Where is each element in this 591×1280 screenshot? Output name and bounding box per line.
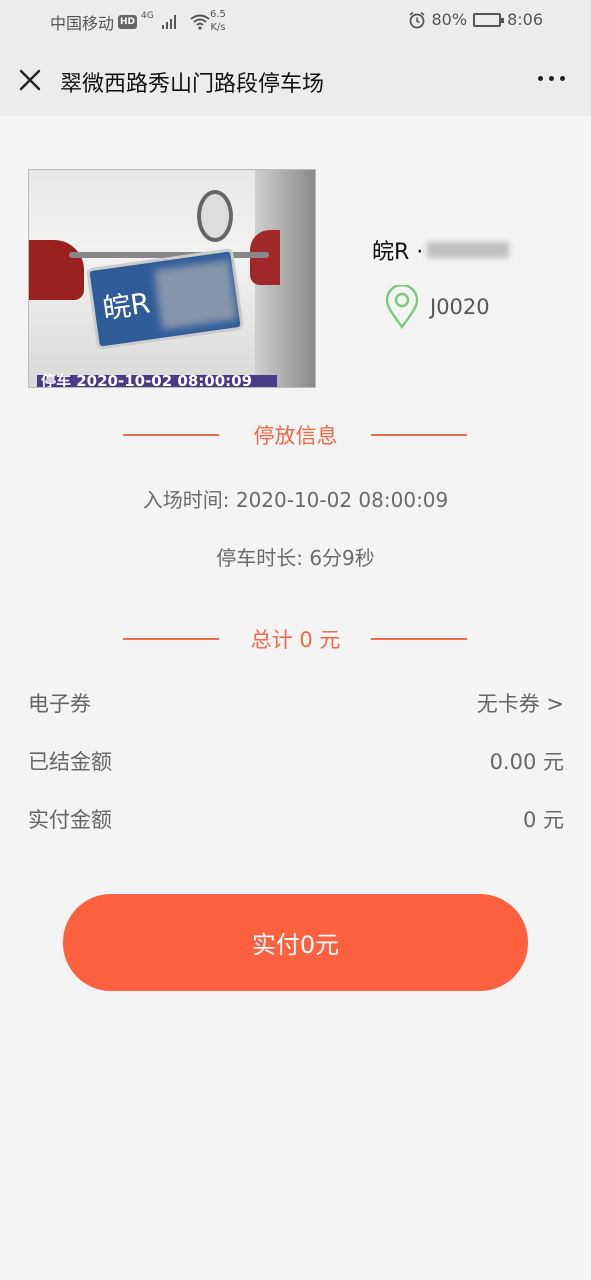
- plate-mask: [427, 242, 510, 258]
- photo-timestamp: 停车 2020-10-02 08:00:09: [41, 372, 253, 388]
- paid-amount-row: 实付金额 0 元: [28, 804, 564, 834]
- hd-badge: HD: [118, 15, 138, 29]
- net-speed-value: 6.5: [210, 9, 226, 20]
- plate-image-text: 皖R: [100, 286, 153, 326]
- status-right: 80% 8:06: [408, 10, 543, 29]
- page-title: 翠微西路秀山门路段停车场: [60, 72, 325, 97]
- wifi-icon: [190, 14, 210, 30]
- carrier-name: 中国移动: [50, 14, 115, 33]
- spot-number: J0020: [430, 295, 490, 319]
- more-menu-icon[interactable]: [538, 76, 565, 81]
- battery-percent: 80%: [431, 10, 468, 29]
- settled-amount-value: 0.00 元: [489, 750, 564, 774]
- duration-value: 6分9秒: [309, 546, 375, 570]
- duration-label: 停车时长:: [216, 546, 310, 570]
- coupon-label: 电子券: [28, 692, 91, 716]
- status-left: 中国移动 HD 4G: [50, 10, 210, 34]
- battery-icon: [473, 12, 505, 27]
- total-header: 总计 0 元: [0, 624, 591, 654]
- parking-spot: J0020: [384, 285, 490, 329]
- status-bar: 中国移动 HD 4G 6.5 K/s 80% 8:06: [0, 0, 591, 44]
- paid-amount-label: 实付金额: [28, 808, 112, 832]
- settled-amount-label: 已结金额: [28, 750, 112, 774]
- plate-prefix: 皖R ·: [372, 240, 424, 265]
- nav-bar: 翠微西路秀山门路段停车场: [0, 44, 591, 116]
- car-logo: [197, 190, 233, 242]
- net-speed-unit: K/s: [210, 22, 226, 33]
- signal-icon: [161, 15, 176, 29]
- paid-amount-value: 0 元: [522, 808, 564, 832]
- entry-time: 入场时间: 2020-10-02 08:00:09: [0, 484, 591, 513]
- network-type: 4G: [141, 11, 154, 21]
- clock: 8:06: [507, 10, 543, 29]
- pay-button[interactable]: 实付0元: [63, 894, 528, 991]
- entry-time-label: 入场时间:: [142, 488, 236, 512]
- location-pin-icon: [385, 285, 419, 329]
- car-photo[interactable]: 皖R 停车 2020-10-02 08:00:09: [28, 169, 316, 388]
- parking-info-header: 停放信息: [0, 420, 591, 450]
- close-icon[interactable]: [16, 66, 44, 94]
- net-speed: 6.5 K/s: [210, 8, 226, 34]
- car-plate-image: 皖R: [86, 248, 244, 350]
- section-title: 停放信息: [253, 424, 338, 448]
- parking-duration: 停车时长: 6分9秒: [0, 542, 591, 571]
- entry-time-value: 2020-10-02 08:00:09: [235, 488, 449, 512]
- alarm-icon: [408, 11, 425, 28]
- coupon-row[interactable]: 电子券 无卡券 >: [28, 688, 564, 718]
- coupon-value[interactable]: 无卡券 >: [477, 688, 564, 718]
- total-amount: 总计 0 元: [250, 628, 341, 652]
- plate-number: 皖R ·: [372, 234, 510, 266]
- settled-amount-row: 已结金额 0.00 元: [28, 746, 564, 776]
